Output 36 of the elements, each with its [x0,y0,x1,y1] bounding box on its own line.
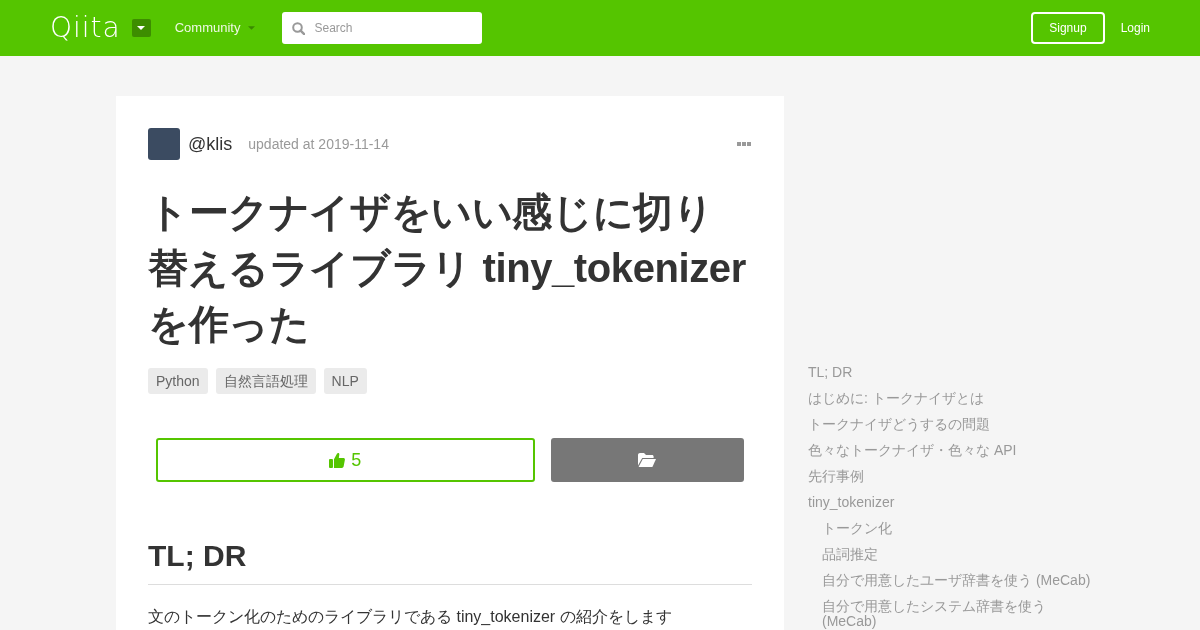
tag[interactable]: NLP [323,368,367,394]
logo-dropdown-button[interactable] [131,19,151,37]
more-options-icon[interactable] [737,142,751,146]
toc-item[interactable]: 自分で用意したユーザ辞書を使う (MeCab) [822,568,1098,594]
toc-item[interactable]: 自分で用意したシステム辞書を使う (MeCab) [822,594,1098,630]
search-field[interactable]: Search [282,12,483,44]
community-menu[interactable]: Community [174,18,256,38]
photo-placeholder [148,128,180,160]
tag[interactable]: 自然言語処理 [215,368,316,394]
toc-item[interactable]: 先行事例 [808,464,1098,490]
like-count: 5 [351,448,362,472]
toc-item[interactable]: トークナイザどうするの問題 [808,412,1098,438]
folder-icon [638,453,657,467]
caret-icon [137,26,146,30]
toc-item[interactable]: 品詞推定 [822,542,1098,568]
toc-item[interactable]: tiny_tokenizer [808,490,1098,516]
community-label: Community [174,19,241,38]
thumbs-up-icon [329,452,346,468]
article-title: トークナイザをいい感じに切り替えるライブラリ tiny_tokenizer を作った [148,189,747,348]
signup-button[interactable]: Signup [1031,12,1105,44]
tiny-tokenizer-link[interactable]: tiny_tokenizer [456,608,556,625]
toc-item[interactable]: TL; DR [808,360,1098,386]
caret-icon [248,26,256,30]
toc-item[interactable]: トークン化 [822,516,1098,542]
stock-button[interactable] [550,438,744,482]
login-link[interactable]: Login [1120,19,1150,37]
section-heading: TL; DR [148,538,752,585]
toc-item[interactable]: 色々なトークナイザ・色々な API [808,438,1098,464]
paragraph: 文のトークン化のためのライブラリである tiny_tokenizer の紹介をします [148,607,673,627]
updated-date: updated at 2019-11-14 [248,134,389,154]
author-link[interactable]: @klis [188,130,233,158]
search-icon [292,22,306,35]
toc-item[interactable]: はじめに: トークナイザとは [808,386,1098,412]
like-button[interactable]: 5 [156,438,535,482]
qiita-logo[interactable]: Qiita [50,13,121,43]
tag[interactable]: Python [148,368,208,394]
